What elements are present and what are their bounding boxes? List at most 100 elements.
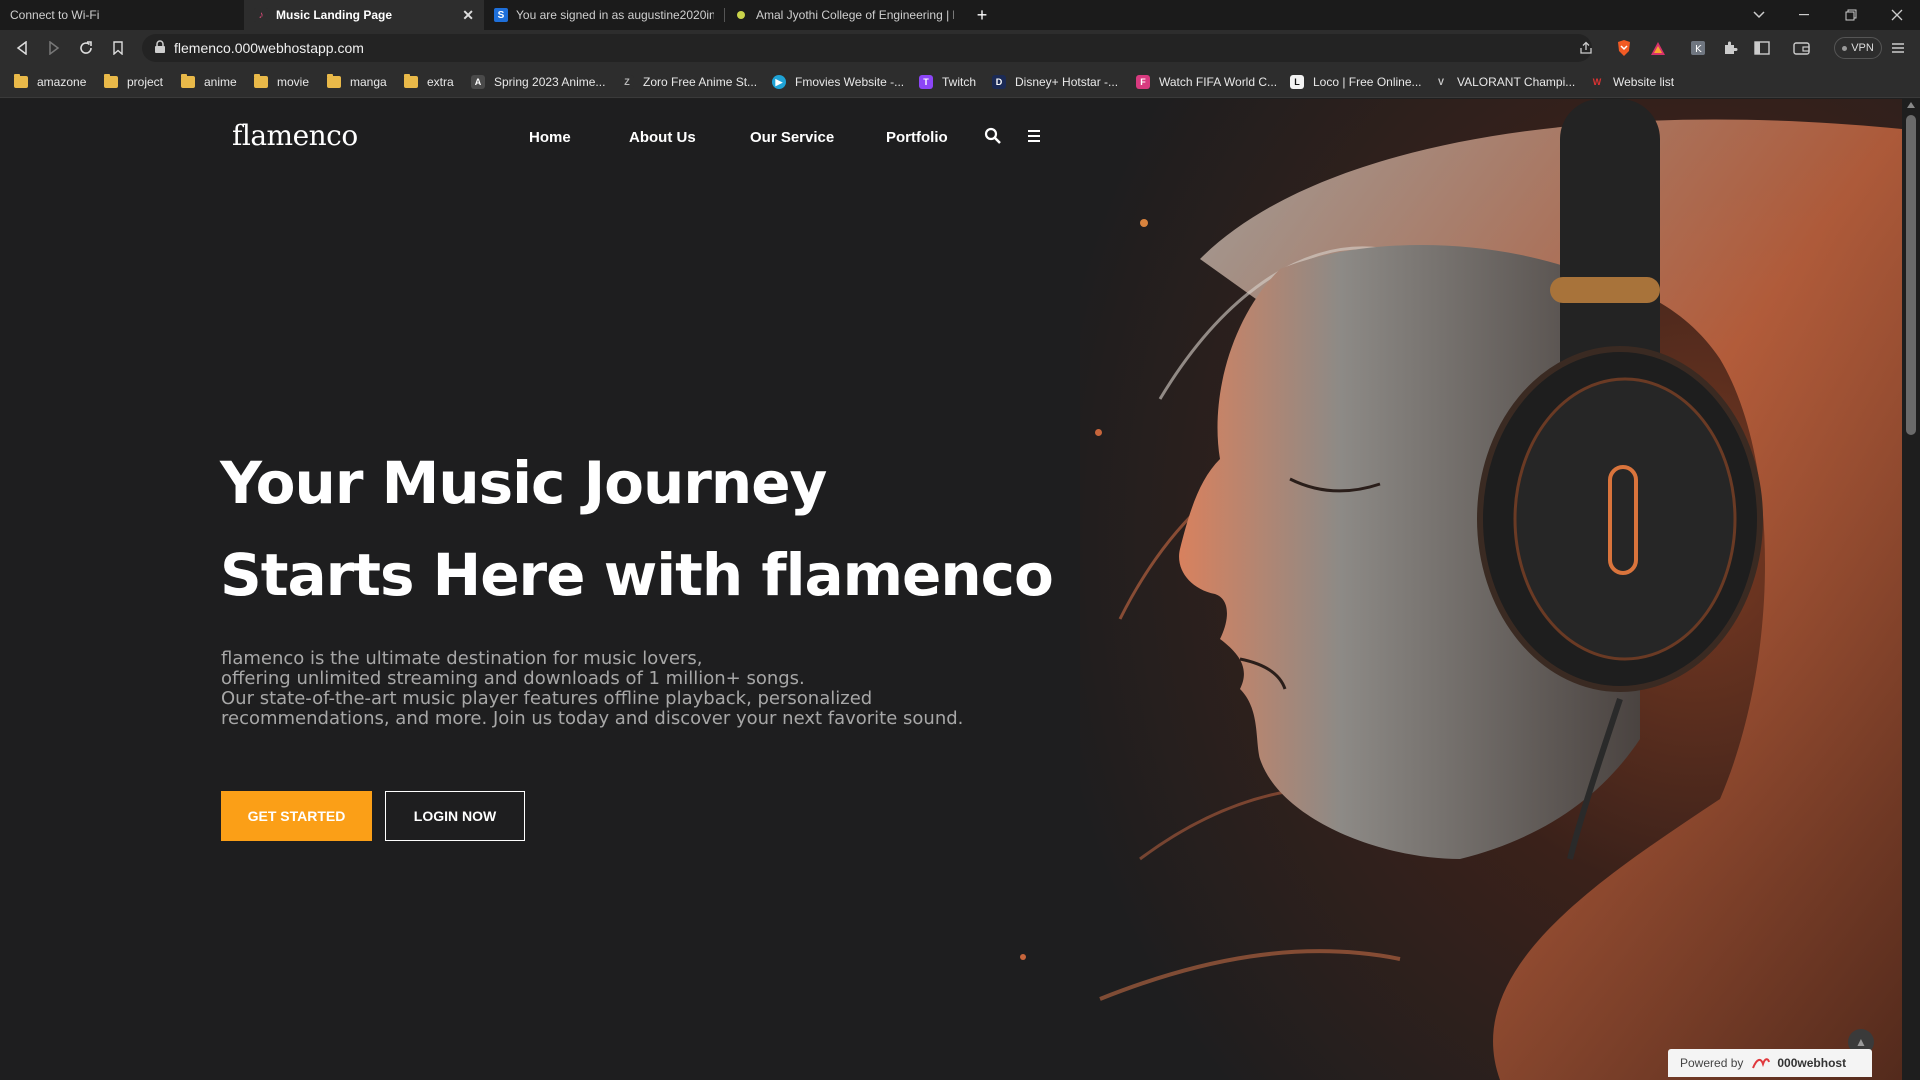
hero-description-line: Our state-of-the-art music player featur… [221,688,873,709]
hero-title-line-1: Your Music Journey [220,449,827,517]
search-icon[interactable] [984,127,1002,145]
scrollbar-thumb[interactable] [1906,115,1916,435]
bookmark-label: project [127,75,164,89]
site-logo[interactable]: flamenco [232,119,358,152]
bookmark-hotstar[interactable]: D Disney+ Hotstar -... [992,66,1118,98]
hero-description: flamenco is the ultimate destination for… [221,649,1001,729]
bookmark-label: VALORANT Champi... [1457,75,1576,89]
bookmark-label: Watch FIFA World C... [1159,75,1278,89]
hamburger-menu-icon[interactable] [1027,129,1041,143]
bookmark-valorant[interactable]: V VALORANT Champi... [1434,66,1575,98]
forward-icon[interactable] [42,36,66,60]
tab-signed-in[interactable]: S You are signed in as augustine2020int [484,0,724,30]
tab-title: Connect to Wi-Fi [10,8,100,22]
tab-amal-jyothi[interactable]: Amal Jyothi College of Engineering | F [724,0,964,30]
minimize-icon[interactable] [1782,0,1828,30]
share-icon[interactable] [1574,36,1598,60]
scroll-up-arrow-icon[interactable] [1907,102,1915,108]
bookmark-label: Disney+ Hotstar -... [1015,75,1119,89]
tab-music-landing[interactable]: ♪ Music Landing Page ✕ [244,0,484,30]
hero-description-line: flamenco is the ultimate destination for… [221,648,703,669]
new-tab-button[interactable]: + [972,5,992,25]
anime-site-icon: A [471,75,485,89]
page-scrollbar[interactable] [1902,99,1920,1080]
nav-about-us[interactable]: About Us [629,129,696,146]
powered-by-brand: 000webhost [1777,1056,1847,1070]
bookmark-loco[interactable]: L Loco | Free Online... [1290,66,1422,98]
nav-portfolio[interactable]: Portfolio [886,129,948,146]
bookmark-movie[interactable]: movie [254,66,309,98]
tab-wifi[interactable]: Connect to Wi-Fi [0,0,244,30]
tab-strip: Connect to Wi-Fi ♪ Music Landing Page ✕ … [0,0,1920,30]
bookmark-label: Spring 2023 Anime... [494,75,606,89]
particle-dot-icon [1020,954,1026,960]
bookmark-website-list[interactable]: W Website list [1590,66,1674,98]
folder-icon [181,74,195,88]
fifa-site-icon: F [1136,75,1150,89]
bookmark-label: amazone [37,75,87,89]
extension-k-icon[interactable]: K [1686,36,1710,60]
bookmark-extra[interactable]: extra [404,66,454,98]
tab-title: You are signed in as augustine2020int [516,8,714,22]
login-now-button[interactable]: LOGIN NOW [385,791,525,841]
list-site-icon: W [1590,75,1604,89]
hero-headphones-portrait-image [1080,99,1902,1080]
hotstar-site-icon: D [992,75,1006,89]
bookmark-label: Website list [1613,75,1675,89]
hero-description-line: offering unlimited streaming and downloa… [221,668,805,689]
get-started-button[interactable]: GET STARTED [221,791,372,841]
folder-icon [14,74,28,88]
zoro-site-icon: Z [620,75,634,89]
back-icon[interactable] [10,36,34,60]
bookmark-spring-anime[interactable]: A Spring 2023 Anime... [471,66,605,98]
bookmark-project[interactable]: project [104,66,163,98]
tab-title: Amal Jyothi College of Engineering | F [756,8,954,22]
menu-icon[interactable] [1886,36,1910,60]
folder-icon [254,74,268,88]
bookmark-zoro[interactable]: Z Zoro Free Anime St... [620,66,757,98]
bookmark-fmovies[interactable]: ▶ Fmovies Website -... [772,66,904,98]
restore-icon[interactable] [1828,0,1874,30]
hero-title-line-2: Starts Here with flamenco [220,541,1054,609]
twitch-icon: T [919,75,933,89]
bookmark-fifa[interactable]: F Watch FIFA World C... [1136,66,1277,98]
bookmark-anime[interactable]: anime [181,66,237,98]
close-tab-icon[interactable]: ✕ [462,7,474,24]
extensions-puzzle-icon[interactable] [1718,36,1742,60]
webhost-logo-icon [1752,1058,1771,1069]
address-bar[interactable]: flemenco.000webhostapp.com [142,34,1592,62]
tab-title: Music Landing Page [276,8,393,22]
bookmark-label: Zoro Free Anime St... [643,75,758,89]
brave-shield-icon[interactable] [1612,36,1636,60]
url-text: flemenco.000webhostapp.com [174,40,364,56]
folder-icon [404,74,418,88]
reload-icon[interactable] [74,36,98,60]
bookmark-icon[interactable] [106,36,130,60]
nav-home[interactable]: Home [529,129,571,146]
hero-description-line: recommendations, and more. Join us today… [221,708,964,729]
powered-by-badge[interactable]: Powered by 000webhost [1668,1049,1872,1077]
vpn-label: VPN [1851,42,1874,54]
bookmark-label: movie [277,75,310,89]
close-window-icon[interactable] [1874,0,1920,30]
browser-toolbar: flemenco.000webhostapp.com K VPN [0,30,1920,66]
page-viewport: flamenco Home About Us Our Service Portf… [0,99,1902,1080]
particle-dot-icon [1095,429,1102,436]
vpn-button[interactable]: VPN [1834,37,1882,59]
wallet-icon[interactable] [1790,36,1814,60]
bookmark-manga[interactable]: manga [327,66,387,98]
sidebar-icon[interactable] [1750,36,1774,60]
valorant-site-icon: V [1434,75,1448,89]
lock-icon [155,40,165,53]
bookmark-amazone[interactable]: amazone [14,66,86,98]
nav-our-service[interactable]: Our Service [750,129,834,146]
bookmark-label: extra [427,75,454,89]
bookmark-twitch[interactable]: T Twitch [919,66,976,98]
tab-search-chevron-icon[interactable] [1736,0,1782,30]
globe-favicon-icon [734,8,748,22]
brave-rewards-icon[interactable] [1646,36,1670,60]
vpn-status-dot-icon [1842,45,1848,51]
bookmark-label: manga [350,75,387,89]
bookmark-label: Twitch [942,75,977,89]
powered-by-label: Powered by [1680,1056,1744,1070]
